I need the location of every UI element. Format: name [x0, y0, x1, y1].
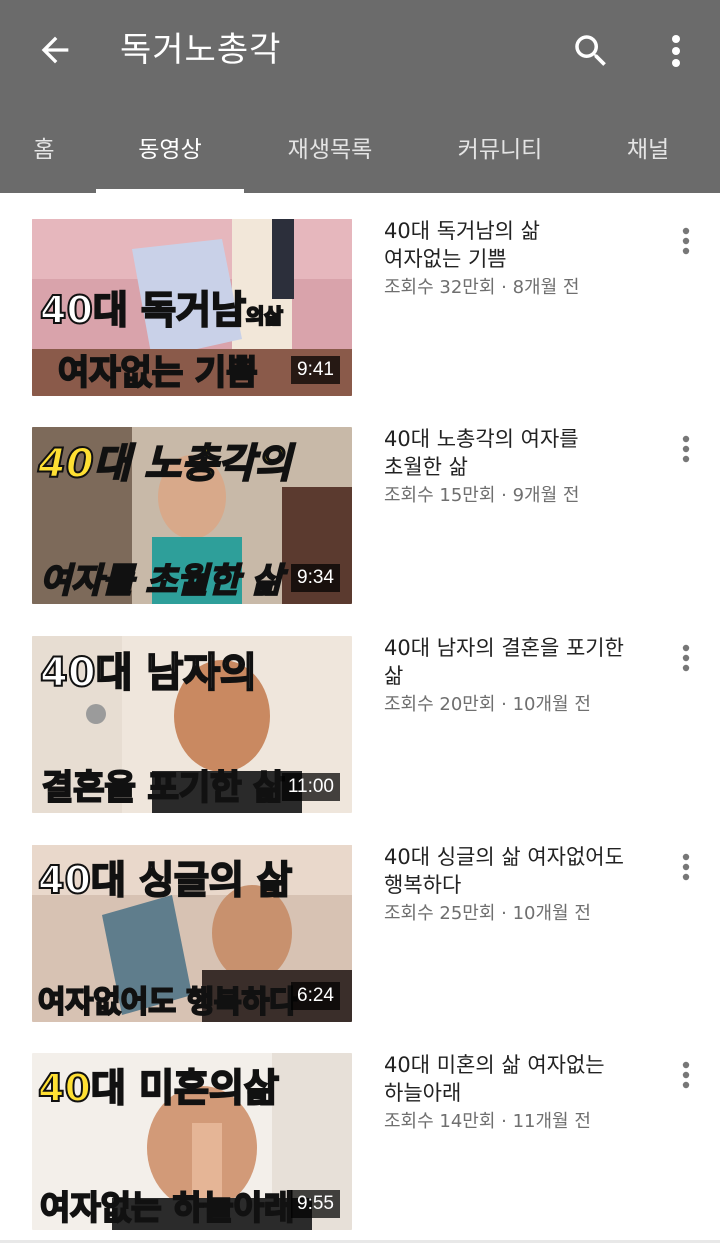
tab-videos[interactable]: 동영상 — [96, 100, 244, 193]
video-title[interactable]: 40대 남자의 결혼을 포기한 삶 — [384, 634, 664, 690]
video-title[interactable]: 40대 미혼의 삶 여자없는 하늘아래 — [384, 1051, 664, 1107]
video-stats: 조회수 32만회 · 8개월 전 — [384, 277, 580, 298]
video-duration: 9:55 — [291, 1190, 340, 1218]
tab-home[interactable]: 홈 — [0, 100, 88, 193]
video-thumbnail[interactable]: 40대 미혼의삶 여자없는 하늘아래 9:55 — [32, 1053, 352, 1230]
video-thumbnail[interactable]: 40대 노총각의 여자를 초월한 삶 9:34 — [32, 427, 352, 604]
more-vert-icon — [682, 853, 690, 881]
video-options-button[interactable] — [668, 638, 704, 678]
video-thumbnail[interactable]: 40대 독거남의삶 여자없는 기쁨 9:41 — [32, 219, 352, 396]
video-item[interactable]: 40대 싱글의 삶 여자없어도 행복하다 6:24 40대 싱글의 삶 여자없어… — [0, 819, 720, 1022]
video-thumbnail[interactable]: 40대 남자의 결혼을 포기한 삶 11:00 — [32, 636, 352, 813]
more-vert-icon — [682, 435, 690, 463]
thumbnail-caption-top: 40대 노총각의 — [37, 440, 293, 488]
thumbnail-caption-bottom: 여자를 초월한 삶 — [39, 560, 284, 602]
thumbnail-caption-top: 40대 남자의 — [39, 649, 258, 697]
video-item[interactable]: 40대 남자의 결혼을 포기한 삶 11:00 40대 남자의 결혼을 포기한 … — [0, 610, 720, 813]
more-options-button[interactable] — [654, 26, 698, 76]
video-item[interactable]: 40대 독거남의삶 여자없는 기쁨 9:41 40대 독거남의 삶 여자없는 기… — [0, 193, 720, 396]
video-item[interactable]: 40대 미혼의삶 여자없는 하늘아래 9:55 40대 미혼의 삶 여자없는 하… — [0, 1027, 720, 1230]
channel-title: 독거노총각 — [120, 30, 282, 70]
thumbnail-caption-top: 40대 독거남의삶 — [39, 287, 284, 333]
video-meta: 40대 독거남의 삶 여자없는 기쁨 조회수 32만회 · 8개월 전 — [384, 217, 664, 301]
thumbnail-caption-top: 40대 미혼의삶 — [37, 1065, 280, 1111]
video-duration: 9:34 — [291, 564, 340, 592]
thumbnail-caption-bottom: 여자없는 기쁨 — [57, 352, 259, 394]
video-duration: 11:00 — [281, 773, 340, 801]
arrow-back-icon — [41, 36, 69, 64]
tab-playlists[interactable]: 재생목록 — [256, 100, 404, 193]
thumbnail-caption-bottom: 여자없어도 행복하다 — [37, 984, 298, 1021]
video-meta: 40대 싱글의 삶 여자없어도 행복하다 조회수 25만회 · 10개월 전 — [384, 843, 664, 927]
video-meta: 40대 남자의 결혼을 포기한 삶 조회수 20만회 · 10개월 전 — [384, 634, 664, 718]
video-options-button[interactable] — [668, 429, 704, 469]
video-meta: 40대 노총각의 여자를 초월한 삶 조회수 15만회 · 9개월 전 — [384, 425, 664, 509]
video-thumbnail[interactable]: 40대 싱글의 삶 여자없어도 행복하다 6:24 — [32, 845, 352, 1022]
thumbnail-caption-bottom: 여자없는 하늘아래 — [39, 1187, 295, 1228]
thumbnail-caption-bottom: 결혼을 포기한 삶 — [41, 767, 286, 809]
video-stats: 조회수 25만회 · 10개월 전 — [384, 903, 591, 924]
more-vert-icon — [672, 35, 680, 67]
channel-tabs: 홈 동영상 재생목록 커뮤니티 채널 — [0, 100, 720, 193]
video-title[interactable]: 40대 독거남의 삶 여자없는 기쁨 — [384, 217, 664, 273]
tab-channel[interactable]: 채널 — [596, 100, 700, 193]
thumbnail-caption-top: 40대 싱글의 삶 — [37, 857, 293, 903]
video-stats: 조회수 14만회 · 11개월 전 — [384, 1111, 591, 1132]
back-button[interactable] — [28, 27, 82, 73]
app-bar: 독거노총각 홈 동영상 재생목록 커뮤니티 채널 — [0, 0, 720, 193]
search-button[interactable] — [566, 26, 616, 76]
video-item[interactable]: 40대 노총각의 여자를 초월한 삶 9:34 40대 노총각의 여자를 초월한… — [0, 401, 720, 604]
more-vert-icon — [682, 227, 690, 255]
video-title[interactable]: 40대 싱글의 삶 여자없어도 행복하다 — [384, 843, 664, 899]
more-vert-icon — [682, 1061, 690, 1089]
video-options-button[interactable] — [668, 847, 704, 887]
video-title[interactable]: 40대 노총각의 여자를 초월한 삶 — [384, 425, 664, 481]
tab-community[interactable]: 커뮤니티 — [426, 100, 574, 193]
video-duration: 6:24 — [291, 982, 340, 1010]
video-options-button[interactable] — [668, 221, 704, 261]
video-stats: 조회수 20만회 · 10개월 전 — [384, 694, 591, 715]
video-options-button[interactable] — [668, 1055, 704, 1095]
video-meta: 40대 미혼의 삶 여자없는 하늘아래 조회수 14만회 · 11개월 전 — [384, 1051, 664, 1135]
search-icon — [575, 35, 606, 66]
video-stats: 조회수 15만회 · 9개월 전 — [384, 485, 580, 506]
video-duration: 9:41 — [291, 356, 340, 384]
more-vert-icon — [682, 644, 690, 672]
